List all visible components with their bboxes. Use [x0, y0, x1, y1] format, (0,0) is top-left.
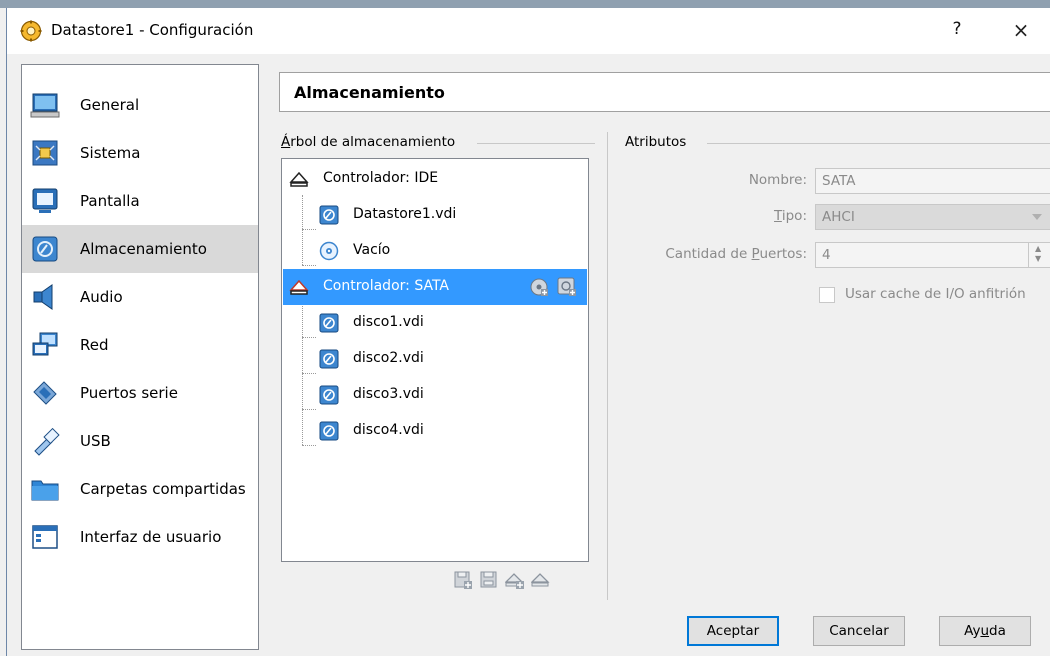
remove-controller-icon[interactable] — [531, 570, 551, 590]
disk-icon — [32, 236, 58, 262]
attributes-label: Atributos — [625, 134, 693, 150]
tree-item-label: Datastore1.vdi — [353, 206, 457, 222]
tree-item-label: disco2.vdi — [353, 350, 424, 366]
tree-item-label: disco3.vdi — [353, 386, 424, 402]
hard-disk-icon — [319, 205, 339, 225]
type-value: AHCI — [822, 209, 855, 225]
add-optical-drive-icon[interactable] — [529, 277, 549, 297]
group-separator — [477, 143, 595, 144]
tree-item-controller-sata[interactable]: Controlador: SATA — [283, 269, 587, 305]
hard-disk-icon — [319, 385, 339, 405]
virtualbox-gear-icon — [20, 20, 42, 42]
nav-item-red[interactable]: Red — [22, 321, 258, 369]
ok-button[interactable]: Aceptar — [687, 616, 779, 646]
add-hard-disk-icon[interactable] — [557, 277, 577, 297]
cancel-button[interactable]: Cancelar — [813, 616, 905, 646]
hard-disk-icon — [319, 421, 339, 441]
optical-disc-icon — [319, 241, 339, 261]
nav-label: Almacenamiento — [80, 240, 207, 258]
tree-item-disk[interactable]: disco2.vdi — [283, 341, 587, 377]
monitor-icon — [30, 93, 60, 118]
name-label: Nombre: — [748, 172, 807, 188]
host-io-cache-label: Usar cache de I/O anfitrión — [845, 286, 1026, 302]
tree-item-controller-ide[interactable]: Controlador: IDE — [283, 161, 587, 197]
type-label: Tipo: — [774, 208, 807, 224]
hard-disk-icon — [319, 349, 339, 369]
usb-icon — [34, 427, 60, 456]
window-title: Datastore1 - Configuración — [51, 21, 254, 39]
help-button[interactable]: ? — [947, 19, 967, 39]
settings-nav: General Sistema Pantalla Almacenamiento … — [21, 64, 259, 650]
add-controller-icon[interactable] — [505, 570, 525, 590]
add-attachment-icon[interactable] — [453, 570, 473, 590]
tree-item-label: disco4.vdi — [353, 422, 424, 438]
nav-item-sistema[interactable]: Sistema — [22, 129, 258, 177]
nav-item-general[interactable]: General — [22, 81, 258, 129]
spin-buttons[interactable]: ▲ ▼ — [1028, 243, 1050, 267]
tree-item-label: disco1.vdi — [353, 314, 424, 330]
ports-label: Cantidad de Puertos: — [665, 246, 807, 262]
nav-item-interfaz-de-usuario[interactable]: Interfaz de usuario — [22, 513, 258, 561]
nav-label: Carpetas compartidas — [80, 480, 246, 498]
remove-attachment-icon[interactable] — [479, 570, 499, 590]
controller-icon — [289, 171, 309, 187]
storage-tree-label: Árbol de almacenamiento — [281, 134, 462, 150]
type-select[interactable]: AHCI — [815, 204, 1050, 230]
title-bar[interactable]: Datastore1 - Configuración ? × — [7, 8, 1050, 54]
tree-item-label: Controlador: SATA — [323, 278, 449, 294]
spin-down-icon[interactable]: ▼ — [1035, 254, 1041, 263]
nav-label: Audio — [80, 288, 123, 306]
desktop-strip — [0, 0, 1050, 8]
chevron-down-icon — [1032, 214, 1042, 220]
nav-item-pantalla[interactable]: Pantalla — [22, 177, 258, 225]
settings-dialog: Datastore1 - Configuración ? × General S… — [6, 8, 1050, 656]
window-icon — [32, 525, 58, 549]
nav-label: General — [80, 96, 140, 114]
nav-label: USB — [80, 432, 111, 450]
group-separator — [707, 143, 1050, 144]
tree-item-disk[interactable]: Datastore1.vdi — [283, 197, 587, 233]
tree-item-optical[interactable]: Vacío — [283, 233, 587, 269]
close-button[interactable]: × — [1008, 18, 1034, 42]
nav-label: Pantalla — [80, 192, 140, 210]
chip-icon — [32, 140, 58, 166]
nav-label: Interfaz de usuario — [80, 528, 222, 546]
name-value: SATA — [822, 173, 856, 189]
nav-item-carpetas-compartidas[interactable]: Carpetas compartidas — [22, 465, 258, 513]
tree-item-disk[interactable]: disco1.vdi — [283, 305, 587, 341]
tree-item-disk[interactable]: disco3.vdi — [283, 377, 587, 413]
panel-divider — [607, 132, 608, 600]
section-header: Almacenamiento — [279, 72, 1050, 112]
name-field[interactable]: SATA — [815, 168, 1050, 194]
help-dialog-button[interactable]: Ayuda — [939, 616, 1031, 646]
tree-item-label: Controlador: IDE — [323, 170, 439, 186]
hard-disk-icon — [319, 313, 339, 333]
tree-item-label: Vacío — [353, 242, 391, 258]
host-io-cache-checkbox[interactable] — [819, 287, 835, 303]
nav-label: Sistema — [80, 144, 141, 162]
ports-spinbox[interactable]: 4 ▲ ▼ — [815, 242, 1050, 268]
nav-item-usb[interactable]: USB — [22, 417, 258, 465]
spin-up-icon[interactable]: ▲ — [1035, 244, 1041, 253]
network-icon — [32, 332, 58, 356]
controller-icon — [289, 279, 309, 295]
nav-item-puertos-serie[interactable]: Puertos serie — [22, 369, 258, 417]
page-title: Almacenamiento — [294, 83, 445, 102]
display-icon — [32, 188, 58, 213]
ports-value: 4 — [822, 247, 831, 263]
nav-label: Red — [80, 336, 109, 354]
storage-tree[interactable]: Controlador: IDE Datastore1.vdi Vacío Co… — [281, 158, 589, 562]
tree-item-disk[interactable]: disco4.vdi — [283, 413, 587, 449]
folder-icon — [31, 480, 59, 501]
nav-label: Puertos serie — [80, 384, 178, 402]
speaker-icon — [33, 284, 53, 310]
nav-item-almacenamiento[interactable]: Almacenamiento — [22, 225, 258, 273]
serial-port-icon — [33, 381, 57, 405]
nav-item-audio[interactable]: Audio — [22, 273, 258, 321]
